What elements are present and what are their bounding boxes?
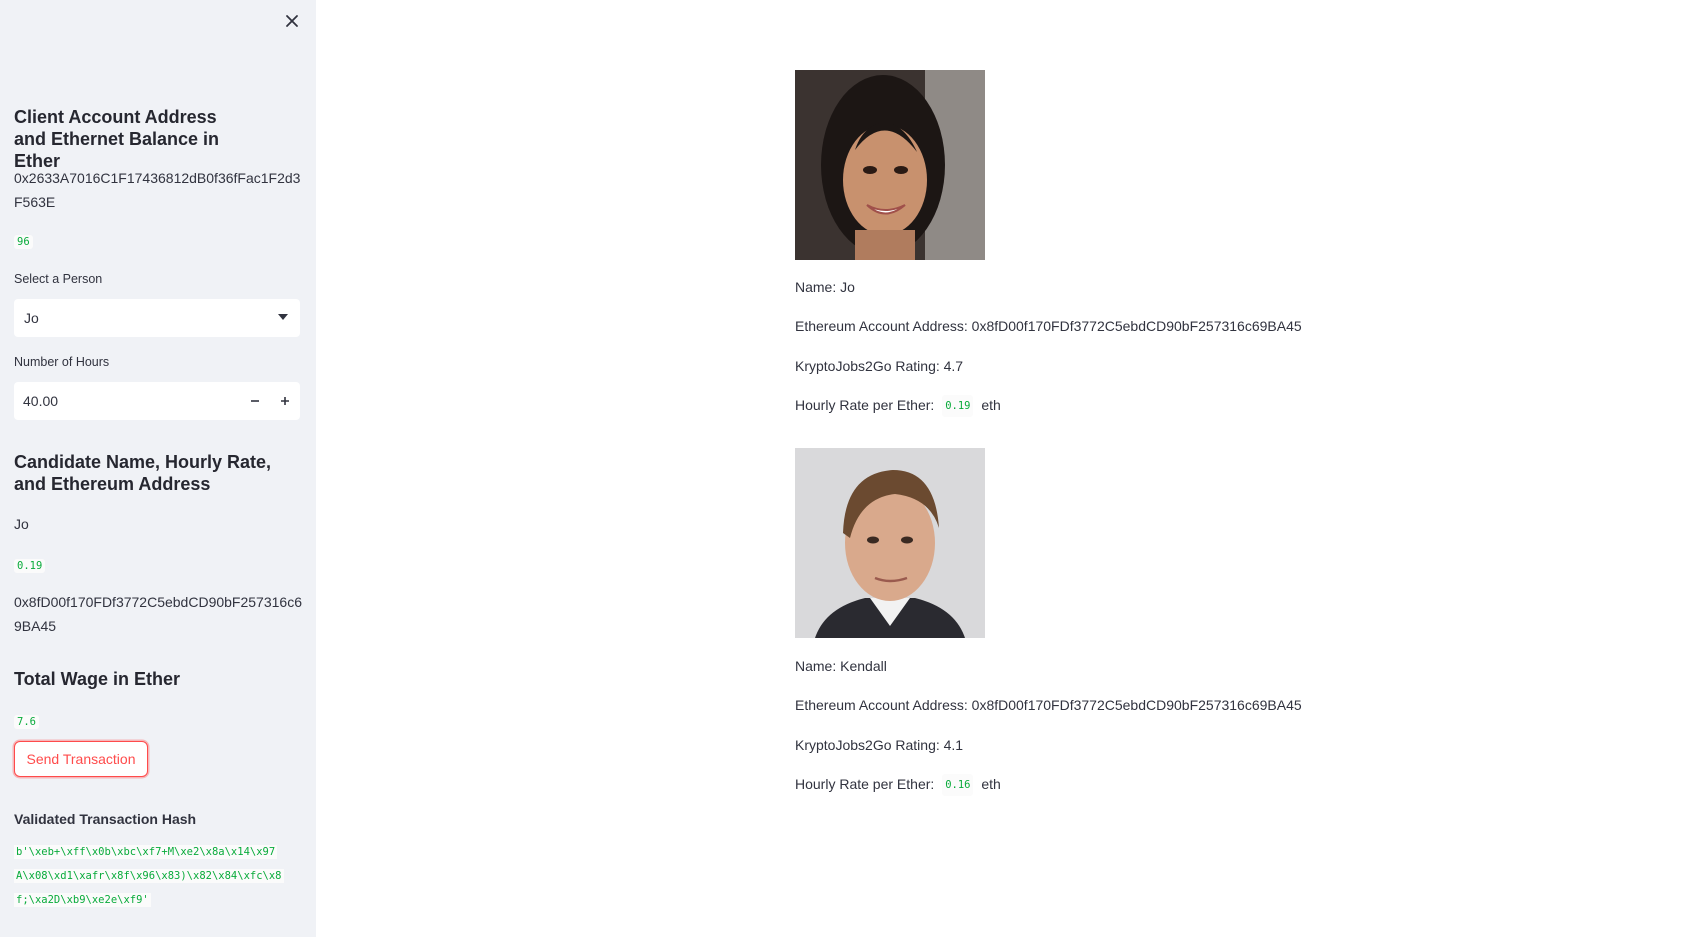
candidate-rate: 0.19 [14,559,46,573]
candidate-name: Jo [14,516,29,532]
rate-unit: eth [981,397,1001,413]
candidate-address: Ethereum Account Address: 0x8fD00f170FDf… [795,318,1302,334]
minus-icon [251,400,259,402]
person-select-value: Jo [24,310,39,326]
hash-line: A\x08\xd1\xafr\x8f\x96\x83)\x82\x84\xfc\… [14,869,284,883]
client-address: 0x2633A7016C1F17436812dB0f36fFac1F2d3F56… [14,170,301,210]
rate-label: Hourly Rate per Ether: [795,776,935,792]
caret-down-icon [278,314,288,320]
candidate-rating: KryptoJobs2Go Rating: 4.1 [795,737,964,753]
client-balance: 96 [14,235,33,249]
person-select[interactable]: Jo [14,299,300,337]
sidebar: Client Account Address and Ethernet Bala… [0,0,316,937]
plus-icon [281,397,289,405]
wage-heading: Total Wage in Ether [14,669,181,689]
hours-label: Number of Hours [14,355,110,369]
hash-heading: Validated Transaction Hash [14,811,197,827]
rate-value: 0.16 [942,774,974,797]
rate-unit: eth [981,776,1001,792]
hours-value[interactable]: 40.00 [14,393,240,409]
wage-value: 7.6 [14,715,39,729]
candidate-photo [795,70,985,260]
candidate-address: 0x8fD00f170FDf3772C5ebdCD90bF257316c69BA… [14,594,302,634]
rate-value: 0.19 [942,395,974,418]
decrement-button[interactable] [240,382,270,420]
hash-line: b'\xeb+\xff\x0b\xbc\xf7+M\xe2\x8a\x14\x9… [14,845,278,859]
transaction-hash: b'\xeb+\xff\x0b\xbc\xf7+M\xe2\x8a\x14\x9… [14,840,304,912]
hours-number-input[interactable]: 40.00 [14,382,300,420]
candidate-rate-row: Hourly Rate per Ether: 0.19 eth [795,395,1001,418]
candidate-heading: Candidate Name, Hourly Rate, and Ethereu… [14,452,272,494]
candidate-name: Name: Jo [795,279,855,295]
close-icon [286,15,298,27]
send-transaction-button[interactable]: Send Transaction [14,741,148,777]
rate-label: Hourly Rate per Ether: [795,397,935,413]
candidate-name: Name: Kendall [795,658,887,674]
candidate-rate-row: Hourly Rate per Ether: 0.16 eth [795,774,1001,797]
close-sidebar-button[interactable] [282,11,302,31]
client-heading: Client Account Address and Ethernet Bala… [14,107,220,171]
hash-line: f;\xa2D\xb9\xe2e\xf9' [14,893,151,907]
candidate-photo [795,448,985,638]
select-person-label: Select a Person [14,272,103,286]
increment-button[interactable] [270,382,300,420]
candidate-address: Ethereum Account Address: 0x8fD00f170FDf… [795,697,1302,713]
candidate-rating: KryptoJobs2Go Rating: 4.7 [795,358,964,374]
